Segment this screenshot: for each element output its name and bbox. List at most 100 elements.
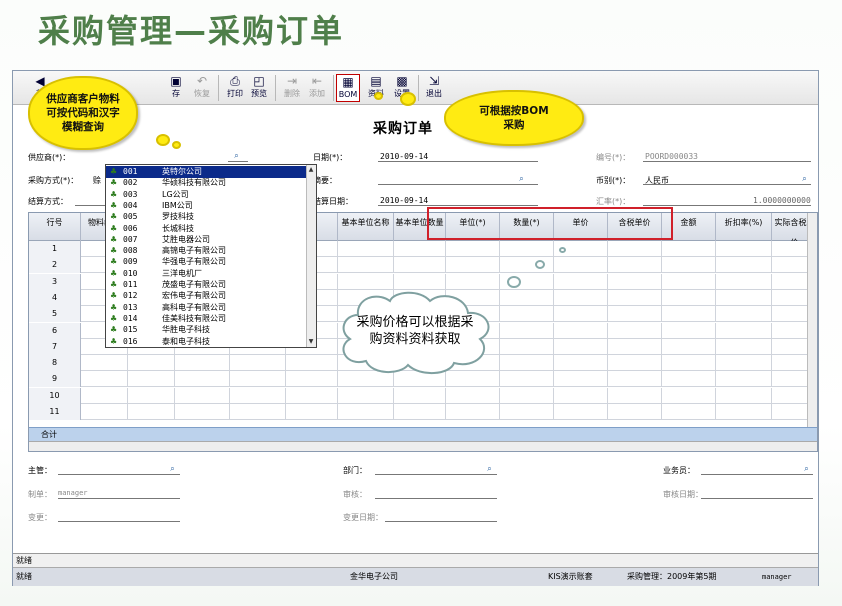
grid-cell[interactable] <box>446 257 500 274</box>
grid-cell[interactable] <box>394 241 446 257</box>
grid-cell[interactable] <box>338 404 394 420</box>
grid-cell[interactable] <box>230 404 286 420</box>
grid-cell[interactable] <box>608 241 662 257</box>
purchase-method-value[interactable]: 赊 <box>93 175 101 186</box>
grid-cell[interactable] <box>81 371 128 388</box>
supplier-option[interactable]: ♣ 014 佳美科技有限公司 <box>106 313 306 325</box>
supplier-option[interactable]: ♣ 008 高锦电子有限公司 <box>106 245 306 257</box>
add-row-button[interactable]: ⇤ 添加 <box>304 74 330 102</box>
grid-cell[interactable] <box>608 257 662 274</box>
grid-cell[interactable] <box>716 322 772 339</box>
grid-cell[interactable] <box>500 306 554 323</box>
grid-cell[interactable] <box>446 387 500 404</box>
grid-cell[interactable] <box>662 322 716 339</box>
grid-cell[interactable] <box>716 371 772 388</box>
grid-cell[interactable] <box>338 241 394 257</box>
preview-button[interactable]: ◰ 预览 <box>246 74 272 102</box>
grid-cell[interactable] <box>500 387 554 404</box>
grid-cell[interactable] <box>394 387 446 404</box>
delete-row-button[interactable]: ⇥ 删除 <box>279 74 305 102</box>
grid-cell[interactable] <box>608 338 662 355</box>
grid-cell[interactable] <box>500 404 554 420</box>
grid-cell[interactable] <box>175 404 230 420</box>
column-header[interactable]: 基本单位名称 <box>338 213 394 241</box>
grid-cell[interactable] <box>608 322 662 339</box>
exit-button[interactable]: ⇲ 退出 <box>421 74 447 102</box>
grid-cell[interactable] <box>175 387 230 404</box>
grid-cell[interactable] <box>716 387 772 404</box>
grid-cell[interactable] <box>716 306 772 323</box>
grid-cell[interactable] <box>662 306 716 323</box>
scroll-up-icon[interactable]: ▲ <box>307 166 315 174</box>
grid-cell[interactable] <box>662 387 716 404</box>
grid-cell[interactable] <box>81 387 128 404</box>
grid-cell[interactable] <box>394 404 446 420</box>
horizontal-scrollbar[interactable] <box>29 441 817 451</box>
grid-cell[interactable] <box>716 273 772 290</box>
supplier-option[interactable]: ♣ 001 英特尔公司 <box>106 166 306 178</box>
grid-cell[interactable] <box>500 371 554 388</box>
date-value[interactable]: 2010-09-14 <box>380 152 428 161</box>
supplier-option[interactable]: ♣ 015 华胜电子科技 <box>106 324 306 336</box>
save-button[interactable]: ▣ 存 <box>163 74 189 102</box>
grid-cell[interactable] <box>608 404 662 420</box>
grid-cell[interactable] <box>662 355 716 372</box>
grid-cell[interactable] <box>608 387 662 404</box>
grid-cell[interactable] <box>662 289 716 306</box>
column-header[interactable]: 行号 <box>29 213 81 241</box>
grid-cell[interactable] <box>500 338 554 355</box>
grid-cell[interactable] <box>286 387 338 404</box>
grid-cell[interactable] <box>81 355 128 372</box>
vertical-scrollbar[interactable] <box>807 213 817 427</box>
grid-cell[interactable] <box>175 371 230 388</box>
grid-cell[interactable] <box>338 257 394 274</box>
grid-cell[interactable] <box>662 257 716 274</box>
department-lookup-icon[interactable]: ⌕ <box>484 464 495 473</box>
supplier-option[interactable]: ♣ 003 LG公司 <box>106 189 306 201</box>
supplier-option[interactable]: ♣ 016 泰和电子科技 <box>106 336 306 348</box>
grid-cell[interactable] <box>554 338 608 355</box>
grid-cell[interactable] <box>554 306 608 323</box>
grid-cell[interactable] <box>662 371 716 388</box>
grid-cell[interactable] <box>128 371 175 388</box>
settle-date-value[interactable]: 2010-09-14 <box>380 196 428 205</box>
grid-cell[interactable] <box>716 241 772 257</box>
grid-cell[interactable] <box>446 241 500 257</box>
supplier-option[interactable]: ♣ 005 罗技科技 <box>106 211 306 223</box>
grid-cell[interactable] <box>716 289 772 306</box>
restore-button[interactable]: ↶ 恢复 <box>189 74 215 102</box>
grid-cell[interactable] <box>554 355 608 372</box>
supplier-option[interactable]: ♣ 004 IBM公司 <box>106 200 306 212</box>
supplier-option[interactable]: ♣ 010 三洋电机厂 <box>106 268 306 280</box>
table-row[interactable]: 11 <box>29 404 817 420</box>
grid-cell[interactable] <box>286 404 338 420</box>
salesperson-lookup-icon[interactable]: ⌕ <box>801 464 812 473</box>
grid-cell[interactable] <box>554 371 608 388</box>
grid-cell[interactable] <box>554 404 608 420</box>
grid-cell[interactable] <box>608 289 662 306</box>
grid-cell[interactable] <box>662 404 716 420</box>
bom-button[interactable]: ▦ BOM <box>336 74 360 102</box>
supplier-option[interactable]: ♣ 012 宏伟电子有限公司 <box>106 290 306 302</box>
supplier-option[interactable]: ♣ 009 华强电子有限公司 <box>106 256 306 268</box>
grid-cell[interactable] <box>500 241 554 257</box>
grid-cell[interactable] <box>716 404 772 420</box>
grid-cell[interactable] <box>230 371 286 388</box>
supplier-lookup-icon[interactable]: ⌕ <box>231 151 242 160</box>
grid-cell[interactable] <box>716 355 772 372</box>
grid-cell[interactable] <box>554 273 608 290</box>
grid-cell[interactable] <box>128 404 175 420</box>
table-row[interactable]: 10 <box>29 387 817 404</box>
grid-cell[interactable] <box>662 273 716 290</box>
print-button[interactable]: ⎙ 打印 <box>222 74 248 102</box>
grid-cell[interactable] <box>500 257 554 274</box>
currency-lookup-icon[interactable]: ⌕ <box>799 174 810 183</box>
grid-cell[interactable] <box>128 355 175 372</box>
grid-cell[interactable] <box>500 322 554 339</box>
grid-cell[interactable] <box>716 257 772 274</box>
summary-lookup-icon[interactable]: ⌕ <box>516 174 527 183</box>
grid-cell[interactable] <box>81 404 128 420</box>
grid-cell[interactable] <box>175 355 230 372</box>
supplier-option[interactable]: ♣ 007 艾胜电器公司 <box>106 234 306 246</box>
grid-cell[interactable] <box>554 257 608 274</box>
